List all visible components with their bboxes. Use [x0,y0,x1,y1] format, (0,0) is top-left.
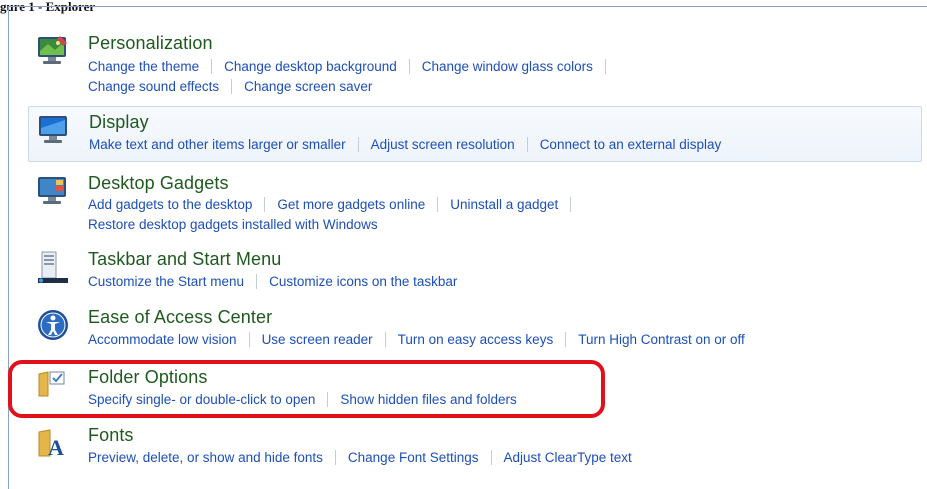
separator [256,274,258,289]
personalization-links-row2: Change sound effects Change screen saver [88,79,372,94]
separator [490,450,492,465]
display-links-row1: Make text and other items larger or smal… [89,137,721,152]
fonts-icon: A [36,426,70,460]
link-turn-on-easy-access-keys[interactable]: Turn on easy access keys [398,332,554,347]
desktop-gadgets-links-row2: Restore desktop gadgets installed with W… [88,217,378,232]
taskbar-icon [36,250,70,284]
link-change-theme[interactable]: Change the theme [88,59,199,74]
category-display[interactable]: Display Make text and other items larger… [28,106,922,162]
separator [526,137,528,152]
fonts-title[interactable]: Fonts [88,425,134,446]
ease-of-access-links-row1: Accommodate low vision Use screen reader T… [88,332,745,347]
desktop-gadgets-title[interactable]: Desktop Gadgets [88,173,229,194]
link-accommodate-low-vision[interactable]: Accommodate low vision [88,332,237,347]
link-change-font-settings[interactable]: Change Font Settings [348,450,479,465]
separator [570,197,572,212]
separator [437,197,439,212]
folder-options-highlight-callout [8,360,605,418]
separator [384,332,386,347]
desktop-gadgets-icon [36,174,70,208]
category-taskbar-start-menu: Taskbar and Start Menu Customize the Sta… [28,244,922,296]
personalization-links-row1: Change the theme Change desktop backgroun… [88,59,618,74]
desktop-gadgets-links-row1: Add gadgets to the desktop Get more gadge… [88,197,583,212]
separator [357,137,359,152]
separator [211,59,213,74]
category-desktop-gadgets: Desktop Gadgets Add gadgets to the deskt… [28,168,922,240]
separator [565,332,567,347]
separator [408,59,410,74]
ease-of-access-title[interactable]: Ease of Access Center [88,307,272,328]
category-personalization: Personalization Change the theme Change d… [28,28,922,100]
separator [248,332,250,347]
link-preview-delete-fonts[interactable]: Preview, delete, or show and hide fonts [88,450,323,465]
display-title[interactable]: Display [89,112,149,133]
fonts-links-row1: Preview, delete, or show and hide fonts C… [88,450,632,465]
link-change-desktop-background[interactable]: Change desktop background [224,59,397,74]
link-adjust-cleartype-text[interactable]: Adjust ClearType text [504,450,632,465]
taskbar-title[interactable]: Taskbar and Start Menu [88,249,281,270]
link-customize-taskbar-icons[interactable]: Customize icons on the taskbar [269,274,457,289]
link-uninstall-gadget[interactable]: Uninstall a gadget [450,197,558,212]
personalization-title[interactable]: Personalization [88,33,213,54]
link-make-text-larger-or-smaller[interactable]: Make text and other items larger or smal… [89,137,346,152]
link-change-sound-effects[interactable]: Change sound effects [88,79,219,94]
link-turn-high-contrast[interactable]: Turn High Contrast on or off [578,332,745,347]
link-adjust-screen-resolution[interactable]: Adjust screen resolution [371,137,515,152]
separator [604,59,606,74]
category-ease-of-access: Ease of Access Center Accommodate low vi… [28,302,922,354]
display-icon [37,113,71,147]
separator [231,79,233,94]
link-change-screen-saver[interactable]: Change screen saver [244,79,372,94]
category-fonts: A Fonts Preview, delete, or show and hid… [28,420,922,472]
ease-of-access-icon [36,308,70,342]
link-restore-desktop-gadgets[interactable]: Restore desktop gadgets installed with W… [88,217,378,232]
link-connect-external-display[interactable]: Connect to an external display [540,137,722,152]
link-get-more-gadgets-online[interactable]: Get more gadgets online [277,197,425,212]
taskbar-links-row1: Customize the Start menu Customize icons … [88,274,457,289]
separator [334,450,336,465]
link-use-screen-reader[interactable]: Use screen reader [262,332,373,347]
separator [264,197,266,212]
svg-text:A: A [48,435,64,460]
link-customize-start-menu[interactable]: Customize the Start menu [88,274,244,289]
link-change-window-glass-colors[interactable]: Change window glass colors [422,59,593,74]
personalization-icon [36,34,70,68]
link-add-gadgets[interactable]: Add gadgets to the desktop [88,197,252,212]
